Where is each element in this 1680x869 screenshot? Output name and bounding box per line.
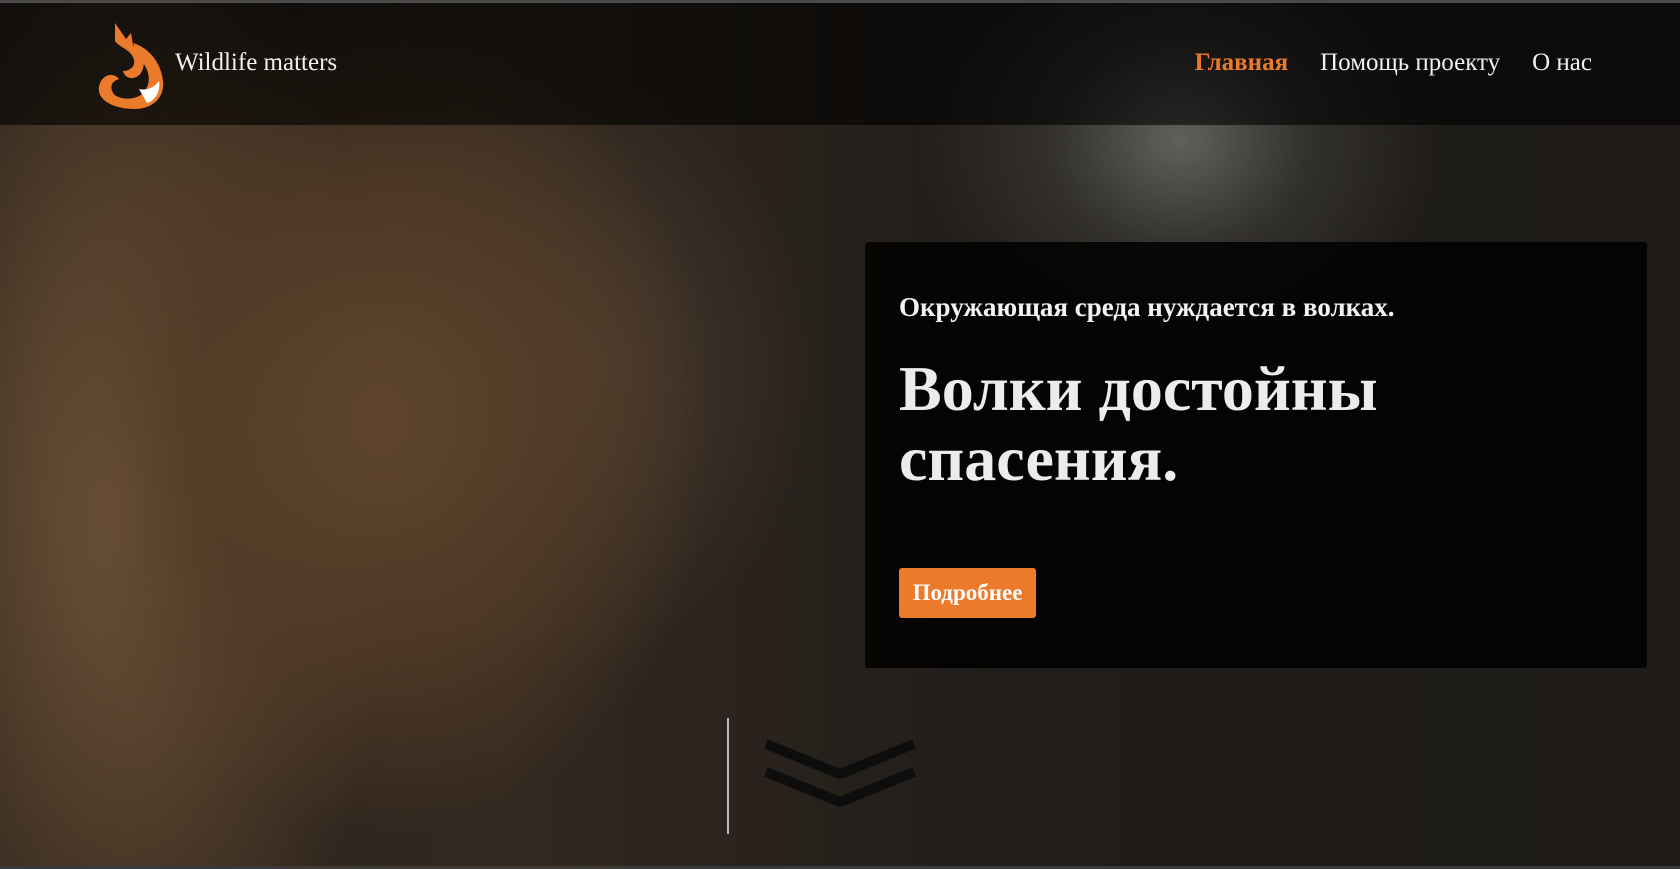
site-header: Wildlife matters Главная Помощь проекту … [0, 3, 1680, 125]
main-nav: Главная Помощь проекту О нас [1195, 49, 1592, 77]
scroll-divider-line [727, 718, 729, 834]
double-chevron-down-icon[interactable] [760, 738, 920, 814]
hero-panel: Окружающая среда нуждается в волках. Вол… [865, 242, 1647, 668]
fox-logo-icon[interactable] [95, 21, 167, 111]
nav-item-support-project[interactable]: Помощь проекту [1320, 49, 1500, 77]
hero-headline: Волки достойны спасения. [899, 353, 1378, 494]
nav-item-about-us[interactable]: О нас [1532, 49, 1592, 77]
learn-more-button[interactable]: Подробнее [899, 568, 1036, 618]
nav-item-home[interactable]: Главная [1195, 49, 1289, 77]
brand-name[interactable]: Wildlife matters [175, 49, 337, 77]
hero-kicker: Окружающая среда нуждается в волках. [899, 292, 1395, 322]
